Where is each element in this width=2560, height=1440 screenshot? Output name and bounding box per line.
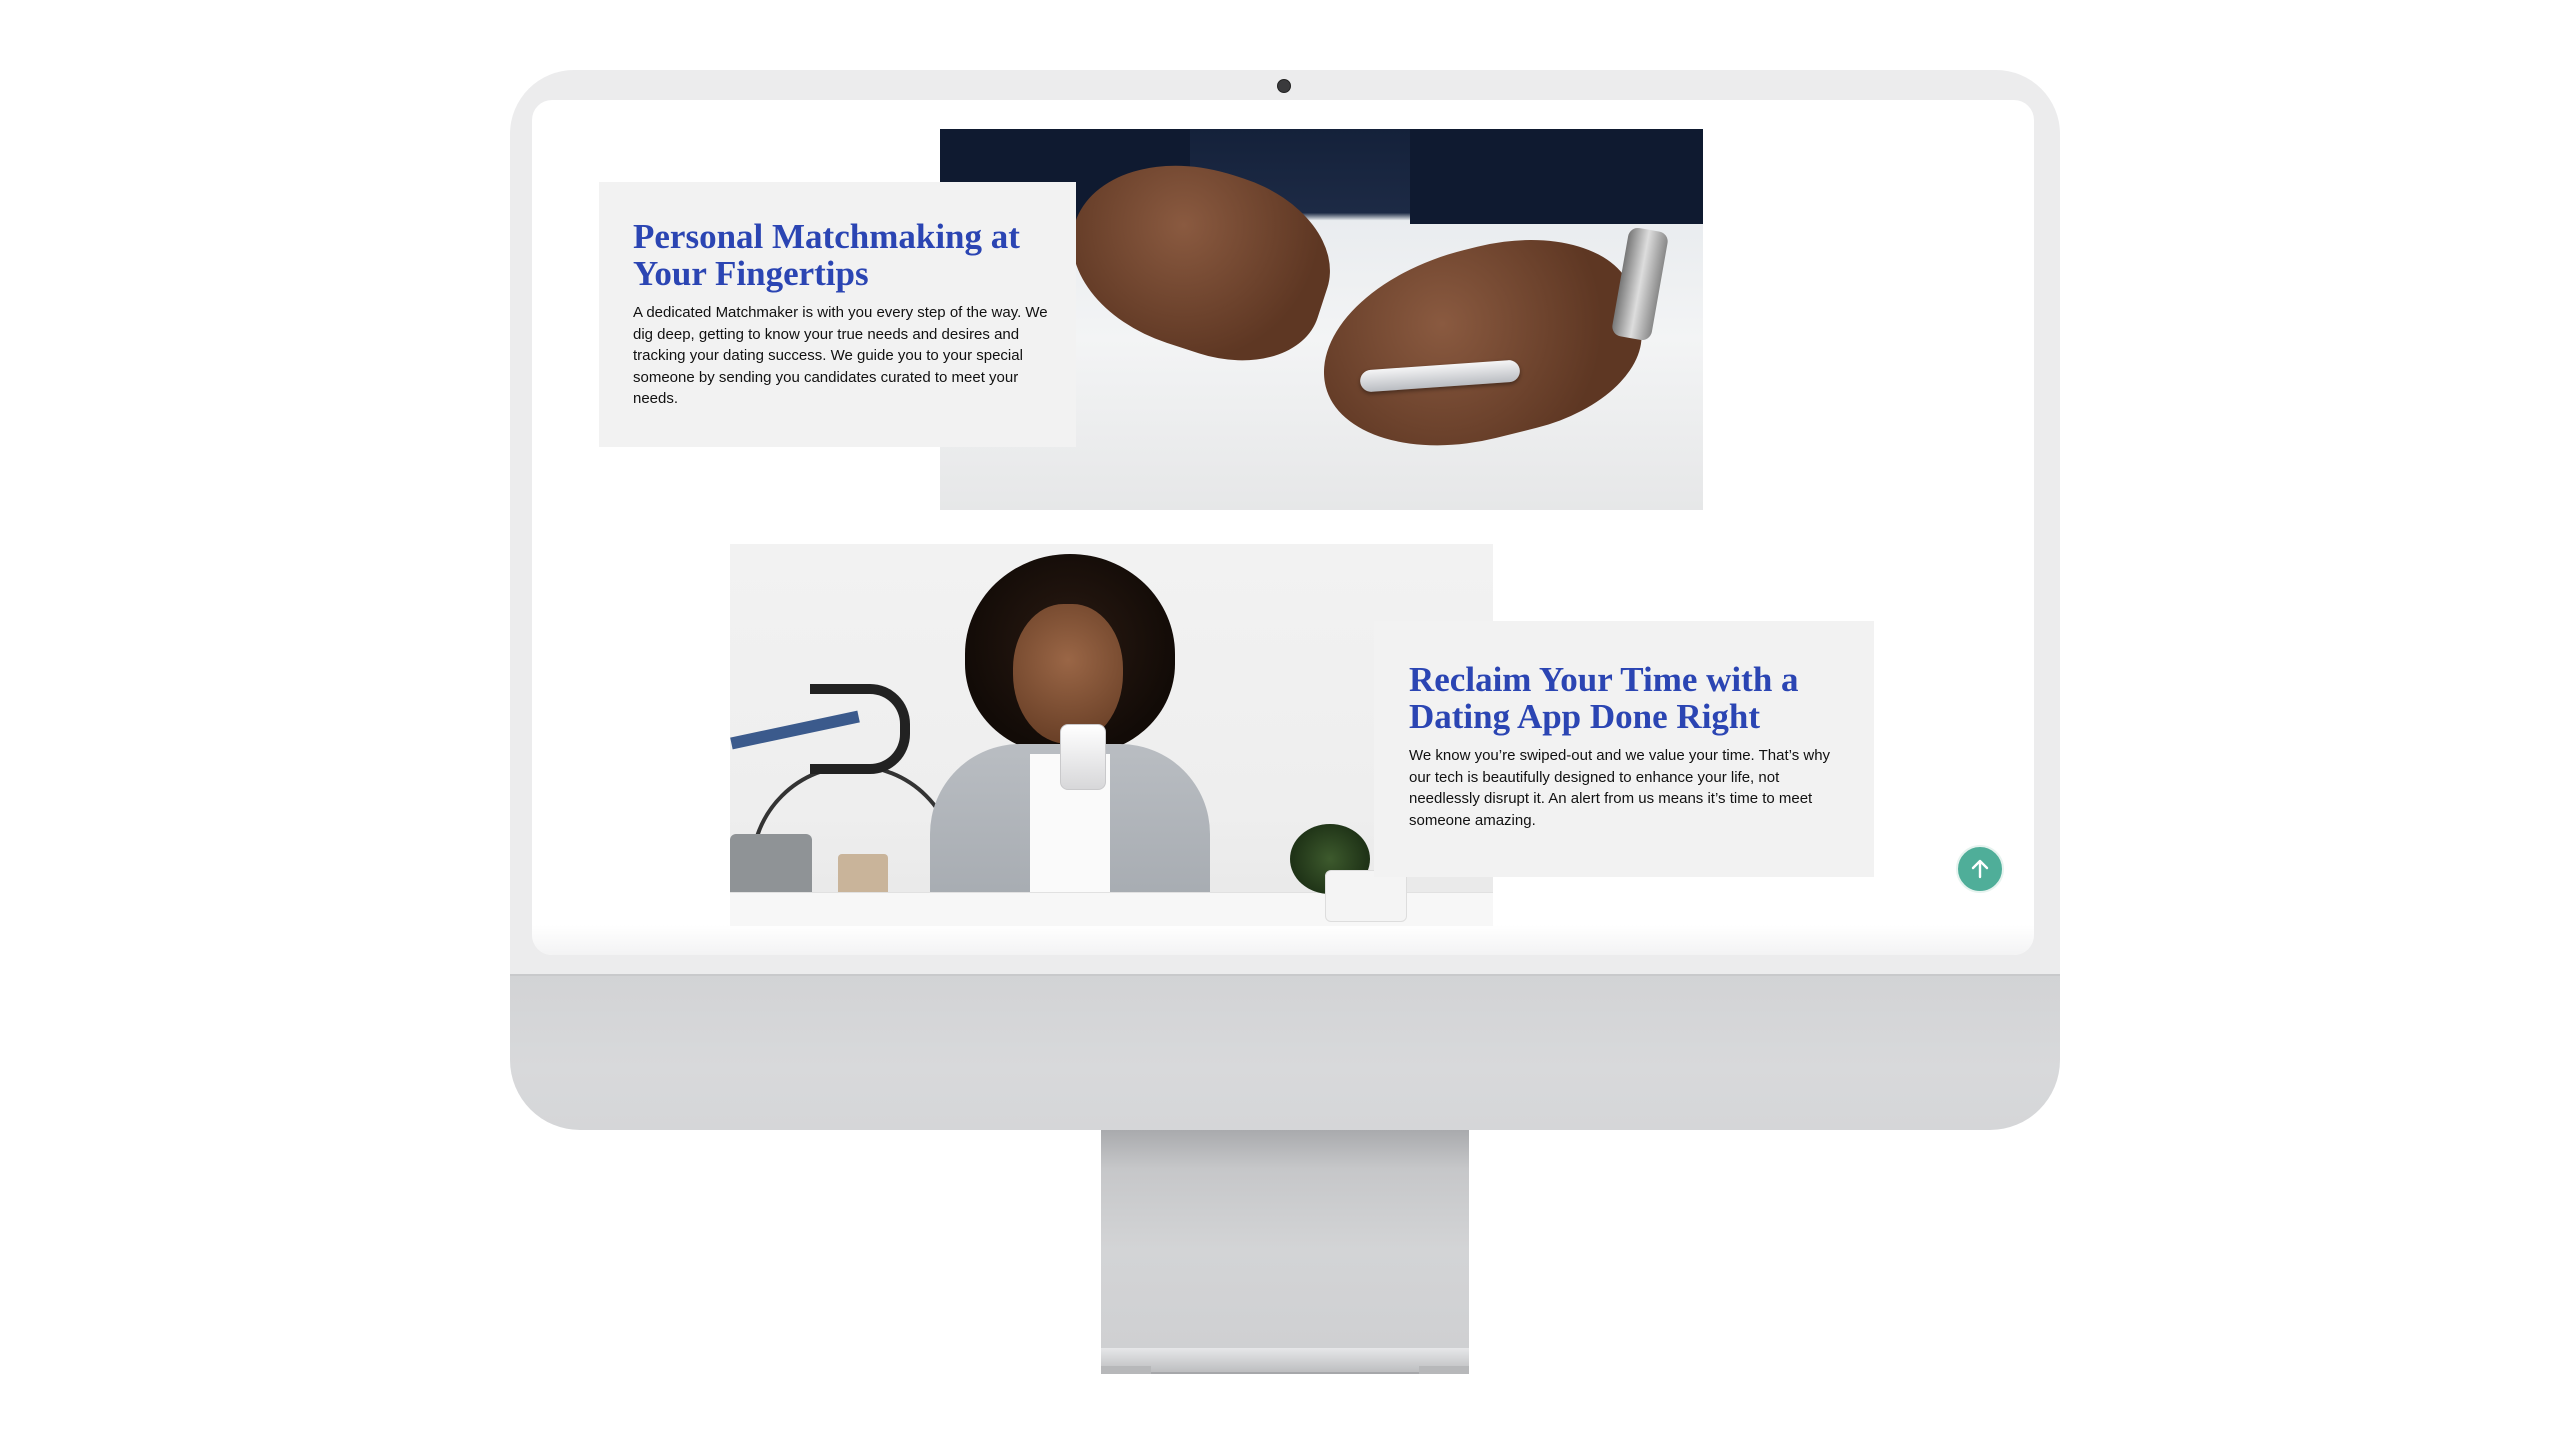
arrow-up-icon — [1971, 859, 1989, 879]
feature-description: A dedicated Matchmaker is with you every… — [633, 304, 1048, 407]
hand-right — [1301, 213, 1659, 475]
stand-base — [1101, 1348, 1469, 1374]
monitor-screen: Personal Matchmaking at Your Fingertips … — [532, 100, 2034, 955]
bicycle-handlebar — [810, 684, 910, 774]
camera-icon — [1277, 79, 1291, 93]
monitor-chin — [510, 975, 2060, 1130]
wristwatch — [1610, 226, 1670, 342]
smartphone-icon — [1060, 724, 1106, 790]
feature-card-matchmaking: Personal Matchmaking at Your Fingertips … — [599, 182, 1076, 447]
chin-divider — [510, 974, 2060, 976]
stand-foot-right — [1419, 1366, 1469, 1374]
face — [1013, 604, 1123, 744]
feature-description: We know you’re swiped-out and we value y… — [1409, 747, 1831, 829]
suit-sleeve-right — [1410, 129, 1703, 224]
feature-card-dating-app: Reclaim Your Time with a Dating App Done… — [1374, 621, 1874, 877]
imac-mockup: Personal Matchmaking at Your Fingertips … — [0, 0, 2560, 1440]
stand-foot-left — [1101, 1366, 1151, 1374]
plant-pot — [1325, 870, 1407, 922]
scroll-to-top-button[interactable] — [1956, 845, 2004, 893]
screen-bottom-fade — [532, 925, 2034, 955]
feature-title: Reclaim Your Time with a Dating App Done… — [1409, 660, 1799, 736]
monitor-stand — [1101, 1130, 1469, 1348]
feature-title: Personal Matchmaking at Your Fingertips — [633, 217, 1020, 293]
